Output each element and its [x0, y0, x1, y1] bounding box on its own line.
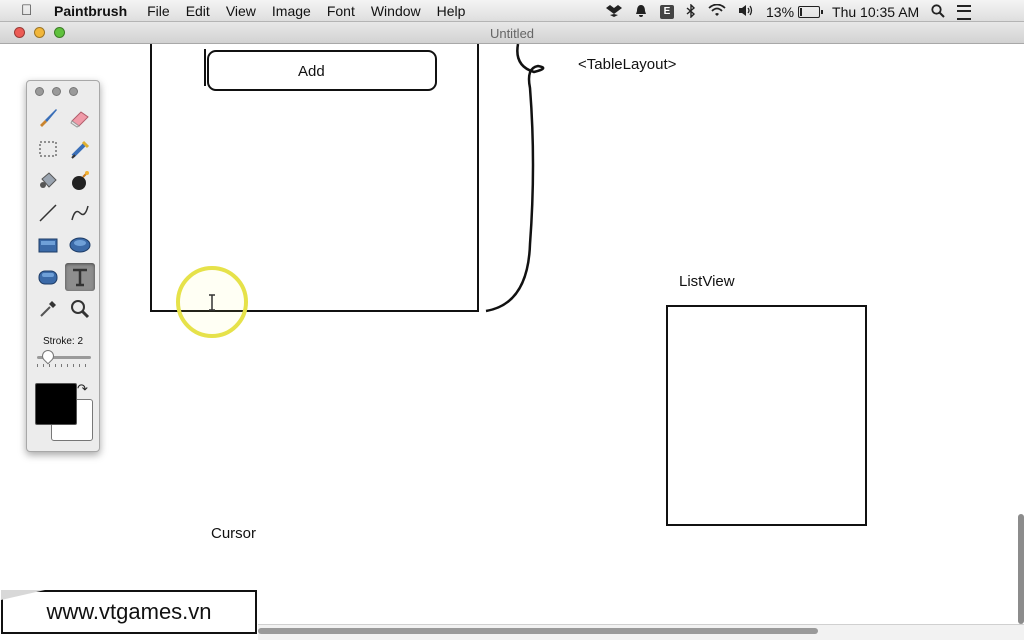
window-titlebar: Untitled	[0, 22, 1024, 44]
oval-tool[interactable]	[65, 231, 95, 259]
status-area: E 13% Thu 10:35 AM	[606, 2, 983, 21]
battery-level	[800, 8, 803, 16]
bomb-tool[interactable]	[65, 167, 95, 195]
volume-icon[interactable]	[738, 4, 754, 20]
watermark-text: www.vtgames.vn	[46, 599, 212, 624]
curve-tool[interactable]	[65, 199, 95, 227]
rounded-rectangle-tool[interactable]	[33, 263, 63, 291]
menu-file[interactable]: File	[147, 3, 170, 19]
rectangle-select-tool[interactable]	[33, 135, 63, 163]
menu-view[interactable]: View	[226, 3, 256, 19]
window-title: Untitled	[489, 26, 535, 41]
wifi-icon[interactable]	[708, 3, 726, 20]
text-icon	[73, 268, 87, 287]
dropbox-icon[interactable]	[606, 4, 622, 21]
eraser-tool[interactable]	[65, 103, 95, 131]
menu-help[interactable]: Help	[437, 3, 466, 19]
line-icon	[39, 204, 57, 222]
menu-edit[interactable]: Edit	[186, 3, 210, 19]
menu-window[interactable]: Window	[371, 3, 421, 19]
zoom-tool[interactable]	[65, 295, 95, 323]
battery-percent: 13%	[766, 4, 795, 20]
rectangle-tool[interactable]	[33, 231, 63, 259]
stroke-slider-thumb[interactable]	[39, 347, 57, 365]
listview-box	[666, 305, 867, 526]
lasso-select-icon	[71, 140, 90, 159]
palette-close-button[interactable]	[35, 87, 44, 96]
brush-tool[interactable]	[33, 103, 63, 131]
menu-list: Paintbrush File Edit View Image Font Win…	[54, 3, 481, 19]
foreground-color-well[interactable]	[35, 383, 77, 425]
drawing-canvas[interactable]: Add <TableLayout> ListView Cursor	[8, 44, 1020, 624]
bomb-icon	[72, 171, 89, 190]
vertical-scrollbar[interactable]	[1018, 514, 1024, 624]
oval-icon	[69, 237, 91, 253]
palette-minimize-button[interactable]	[52, 87, 61, 96]
app-menu[interactable]: Paintbrush	[54, 3, 127, 19]
clock[interactable]: Thu 10:35 AM	[832, 4, 919, 20]
swap-colors-icon[interactable]: ↷	[77, 381, 88, 397]
tool-palette: Stroke: 2 ↷	[26, 80, 100, 452]
paint-bucket-icon	[40, 172, 57, 188]
palette-zoom-button[interactable]	[69, 87, 78, 96]
menu-bar:  Paintbrush File Edit View Image Font W…	[0, 0, 1024, 22]
watermark-page-fold	[1, 590, 45, 600]
menu-font[interactable]: Font	[327, 3, 355, 19]
battery-icon	[798, 6, 824, 18]
eyedropper-icon	[40, 301, 56, 317]
apple-menu-icon[interactable]: 	[21, 2, 32, 19]
horizontal-scrollbar-thumb[interactable]	[258, 628, 818, 634]
rectangle-select-icon	[39, 141, 57, 157]
magnifier-icon	[71, 300, 90, 319]
paint-bucket-tool[interactable]	[33, 167, 63, 195]
table-layout-label: <TableLayout>	[578, 56, 677, 73]
brush-icon	[40, 109, 57, 127]
battery-indicator[interactable]: 13%	[766, 4, 824, 20]
notification-center-icon[interactable]	[957, 3, 972, 21]
add-button-label: Add	[298, 63, 325, 80]
rectangle-icon	[38, 238, 58, 253]
curly-brace	[485, 44, 545, 313]
canvas-drawing	[150, 44, 867, 526]
bluetooth-icon[interactable]	[686, 2, 696, 21]
cursor-label: Cursor	[211, 525, 257, 542]
lasso-select-tool[interactable]	[65, 135, 95, 163]
evernote-icon[interactable]: E	[660, 5, 674, 19]
stroke-slider-ticks	[37, 364, 91, 367]
menu-image[interactable]: Image	[272, 3, 311, 19]
stroke-label: Stroke: 2	[42, 336, 84, 347]
notifications-icon[interactable]	[634, 4, 648, 21]
text-tool[interactable]	[65, 263, 95, 291]
spotlight-search-icon[interactable]	[931, 3, 945, 21]
curve-icon	[71, 205, 89, 221]
listview-label: ListView	[679, 273, 735, 290]
line-tool[interactable]	[33, 199, 63, 227]
eraser-icon	[70, 111, 89, 128]
eyedropper-tool[interactable]	[33, 295, 63, 323]
rounded-rectangle-icon	[38, 270, 58, 285]
